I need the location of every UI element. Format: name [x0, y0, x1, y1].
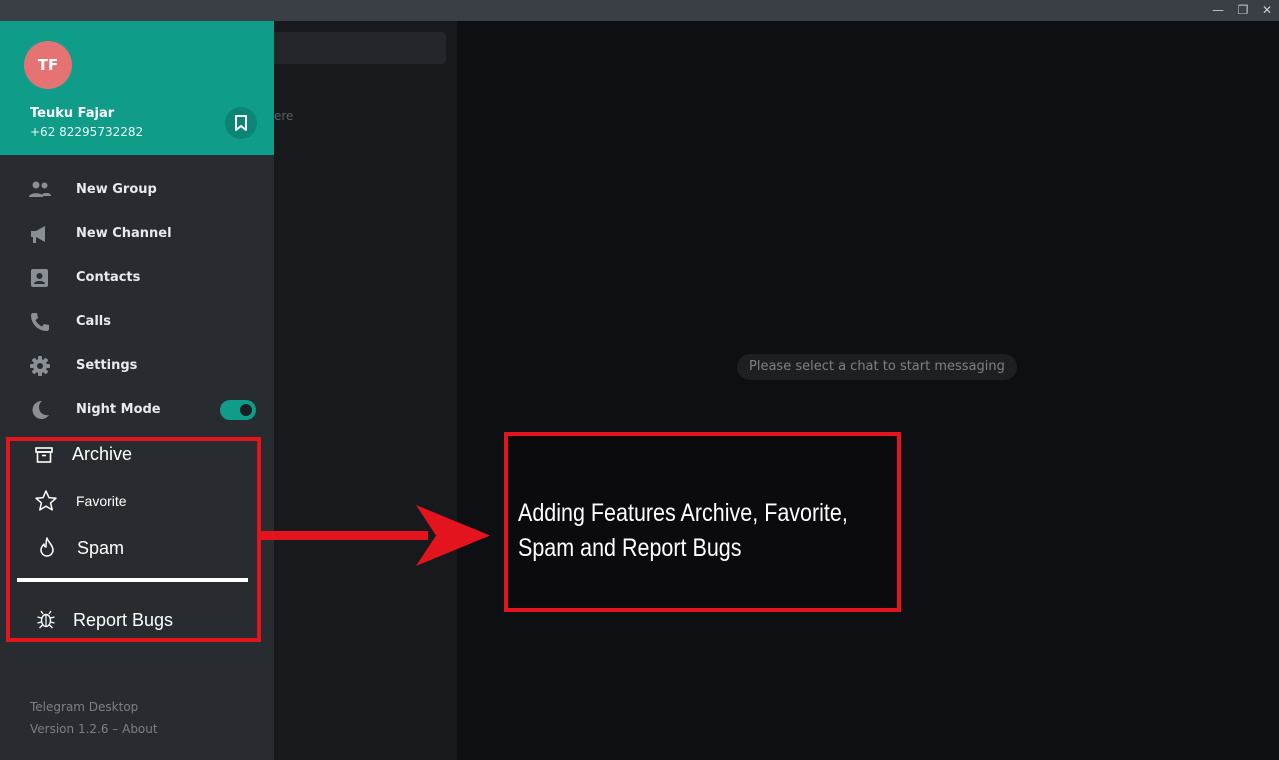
chat-list-placeholder: ere — [274, 109, 294, 123]
phone-icon — [31, 313, 49, 331]
empty-state-message: Please select a chat to start messaging — [737, 354, 1017, 380]
menu-label-new-channel: New Channel — [76, 226, 172, 241]
annotation-text: Adding Features Archive, Favorite, Spam … — [518, 499, 848, 562]
avatar[interactable]: TF — [24, 41, 72, 89]
bookmark-icon — [235, 115, 247, 131]
menu-item-new-channel[interactable]: New Channel — [0, 214, 274, 254]
version-about-link[interactable]: Version 1.2.6 – About — [30, 722, 158, 736]
restore-button[interactable]: ❐ — [1235, 2, 1251, 18]
menu-label-contacts: Contacts — [76, 270, 141, 285]
highlight-box — [6, 437, 261, 642]
night-mode-toggle[interactable] — [220, 400, 256, 420]
group-icon — [29, 181, 51, 197]
menu-item-calls[interactable]: Calls — [0, 302, 274, 342]
menu-label-night-mode: Night Mode — [76, 402, 161, 417]
chat-list-panel: ere — [274, 21, 458, 760]
app-name: Telegram Desktop — [30, 700, 139, 714]
saved-messages-button[interactable] — [225, 107, 257, 139]
user-name: Teuku Fajar — [30, 106, 115, 121]
menu-item-contacts[interactable]: Contacts — [0, 258, 274, 298]
main-chat-area: Please select a chat to start messaging — [458, 21, 1279, 760]
toggle-knob — [238, 402, 254, 418]
menu-label-calls: Calls — [76, 314, 111, 329]
profile-header: TF Teuku Fajar +62 82295732282 — [0, 21, 274, 155]
megaphone-icon — [31, 226, 45, 243]
contact-card-icon — [31, 269, 48, 287]
title-bar: — ❐ ✕ — [0, 0, 1279, 21]
minimize-button[interactable]: — — [1210, 2, 1226, 18]
moon-icon — [32, 400, 49, 419]
menu-label-new-group: New Group — [76, 182, 157, 197]
menu-item-settings[interactable]: Settings — [0, 346, 274, 386]
menu-item-new-group[interactable]: New Group — [0, 170, 274, 210]
close-button[interactable]: ✕ — [1259, 2, 1275, 18]
gear-icon — [30, 356, 50, 376]
side-drawer: TF Teuku Fajar +62 82295732282 New Group… — [0, 21, 274, 760]
user-phone: +62 82295732282 — [30, 125, 144, 139]
menu-item-night-mode[interactable]: Night Mode — [0, 390, 274, 430]
annotation-box: Adding Features Archive, Favorite, Spam … — [504, 432, 901, 612]
annotation-arrow — [258, 505, 490, 566]
menu-label-settings: Settings — [76, 358, 138, 373]
search-input[interactable] — [274, 32, 446, 64]
